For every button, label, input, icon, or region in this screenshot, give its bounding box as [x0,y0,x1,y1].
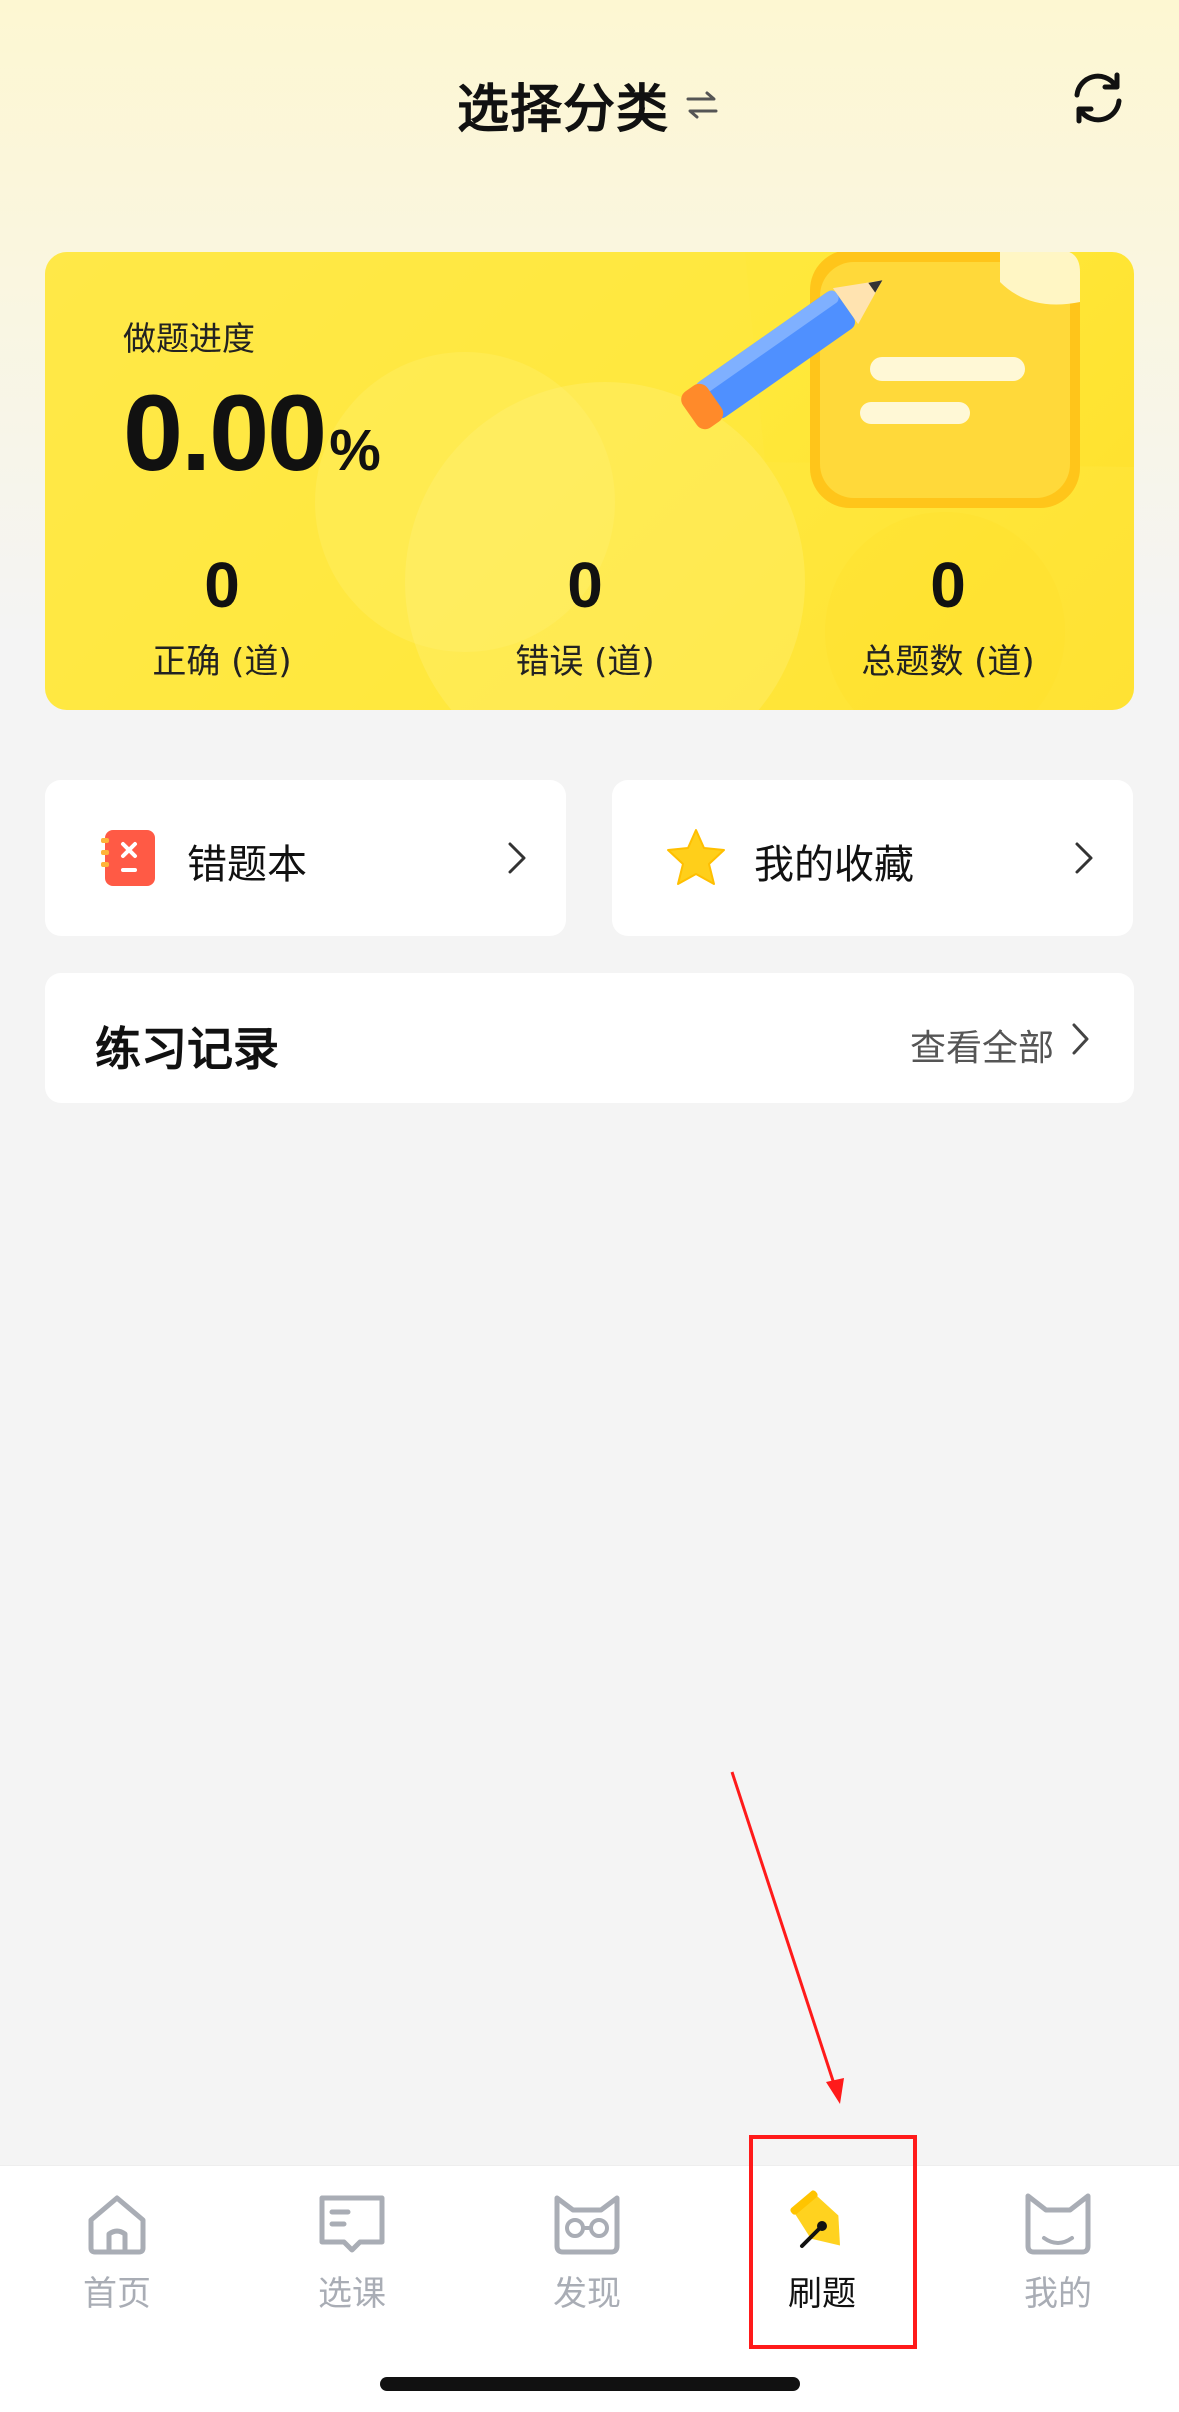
favorites-tile[interactable]: 我的收藏 [612,780,1133,936]
tab-mine-label: 我的 [1024,2274,1092,2314]
wrong-notebook-icon [101,830,155,886]
swap-icon[interactable] [682,85,722,125]
stat-total-label: 总题数 (道) [861,642,1035,682]
chevron-right-icon [1075,842,1093,874]
stat-wrong: 0 错误 (道) [460,550,710,683]
view-all-link[interactable]: 查看全部 [910,1019,1054,1071]
home-indicator [380,2377,800,2391]
folder-pencil-illustration [681,252,1080,508]
book-icon [319,2195,385,2253]
practice-record-section: 练习记录 查看全部 [45,973,1134,1103]
wrong-book-label: 错题本 [187,842,307,888]
progress-unit: % [329,418,381,483]
tab-courses[interactable]: 选课 [262,2188,442,2328]
chevron-right-icon [508,842,526,874]
tab-mine[interactable]: 我的 [968,2188,1148,2328]
progress-card: 做题进度 0.00% 0 正确 (道) 0 错误 (道) 0 总题数 (道) [45,252,1134,710]
progress-percent: 0.00 [123,372,327,493]
stat-wrong-value: 0 [567,549,603,621]
refresh-icon[interactable] [1067,67,1129,129]
favorites-label: 我的收藏 [754,842,914,888]
stat-correct: 0 正确 (道) [97,550,347,683]
stat-total: 0 总题数 (道) [823,550,1073,683]
home-icon [88,2195,146,2255]
stat-total-value: 0 [930,549,966,621]
star-icon [667,829,725,885]
tab-courses-label: 选课 [318,2274,386,2314]
practice-record-title: 练习记录 [95,1022,279,1076]
tab-home-label: 首页 [83,2274,151,2314]
tab-discover[interactable]: 发现 [497,2188,677,2328]
tab-discover-label: 发现 [553,2274,621,2314]
stat-correct-value: 0 [204,549,240,621]
page: 选择分类 做题进度 0.00% 0 正确 (道) 0 错误 (道) 0 总题数 … [0,0,1179,2412]
page-title[interactable]: 选择分类 [457,80,669,140]
annotation-highlight-box [749,2135,917,2349]
progress-value: 0.00% [123,370,381,495]
wrong-book-tile[interactable]: 错题本 [45,780,566,936]
header: 选择分类 [0,55,1179,165]
chevron-right-icon[interactable] [1070,1020,1092,1058]
tab-home[interactable]: 首页 [27,2188,207,2328]
cat-profile-icon [1025,2193,1091,2255]
cat-glasses-icon [554,2195,620,2255]
tab-bar: 首页 选课 发现 刷题 我的 [0,2165,1179,2412]
progress-label: 做题进度 [123,319,255,358]
stat-correct-label: 正确 (道) [152,642,292,682]
stat-wrong-label: 错误 (道) [515,642,655,682]
category-selector[interactable]: 选择分类 [0,67,1179,142]
